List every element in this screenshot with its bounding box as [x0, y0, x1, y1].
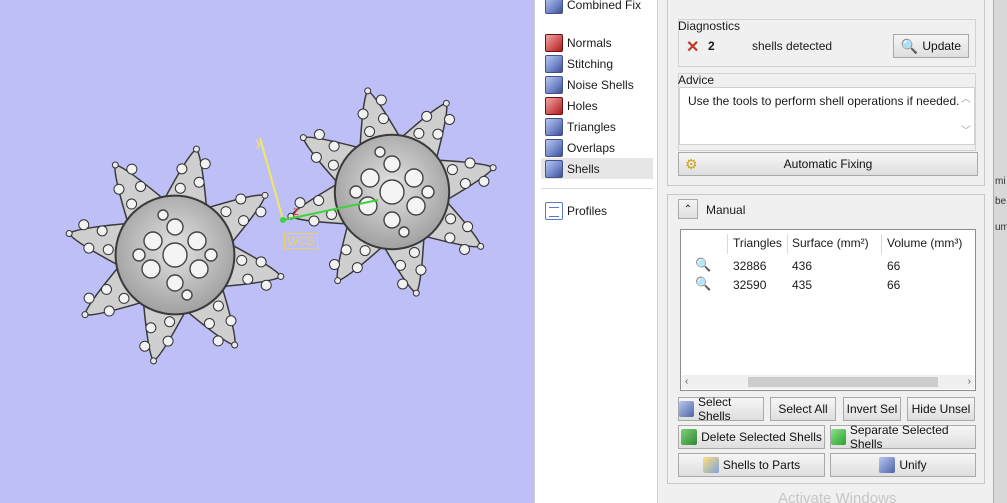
overlaps-icon	[545, 138, 563, 157]
select-shells-label: Select Shells	[698, 395, 732, 423]
shells-icon	[545, 159, 563, 178]
shell-model-right	[287, 87, 497, 297]
tool-normals[interactable]: Normals	[541, 32, 653, 53]
advice-textbox[interactable]: Use the tools to perform shell operation…	[679, 87, 975, 145]
tool-label: Triangles	[567, 119, 616, 134]
scroll-left-icon[interactable]: ‹	[685, 375, 688, 389]
wcs-label: WCS	[284, 233, 318, 249]
model-canvas[interactable]: y z	[0, 0, 534, 503]
3d-viewport[interactable]: y z WCS	[0, 0, 534, 503]
advice-title: Advice	[678, 73, 715, 87]
adjacent-window-edge: mi be um	[993, 0, 1007, 503]
delete-shells-icon	[681, 429, 698, 445]
edge-label: mi	[995, 176, 1006, 187]
col-header-triangles[interactable]: Triangles	[733, 236, 782, 250]
automatic-fixing-button[interactable]: ⚙ Automatic Fixing	[678, 152, 978, 176]
select-shells-icon	[679, 401, 694, 417]
shell-count: 2	[708, 39, 715, 53]
normals-icon	[545, 33, 563, 52]
invert-sel-button[interactable]: Invert Sel	[843, 397, 901, 421]
activate-windows-watermark: Activate Windows	[778, 490, 897, 503]
advice-text: Use the tools to perform shell operation…	[688, 94, 960, 108]
advice-scrollbar[interactable]: ︿ ﹀	[960, 92, 972, 140]
diagnostics-title: Diagnostics	[678, 19, 741, 33]
axis-z-label: z	[293, 204, 299, 218]
separate-shells-icon	[831, 429, 846, 445]
select-all-button[interactable]: Select All	[770, 397, 836, 421]
update-button[interactable]: 🔍 Update	[893, 34, 969, 58]
tool-overlaps[interactable]: Overlaps	[541, 137, 653, 158]
tool-profiles[interactable]: Profiles	[541, 200, 653, 221]
noise-shells-icon	[545, 75, 563, 94]
automatic-fixing-label: Automatic Fixing	[783, 157, 873, 171]
row1-surface: 436	[792, 259, 813, 273]
chevron-up-icon: ⌃	[683, 203, 693, 215]
table-horizontal-scrollbar[interactable]: ‹ ›	[682, 375, 974, 389]
unify-label: Unify	[899, 458, 927, 472]
tool-shells[interactable]: Shells	[541, 158, 653, 179]
select-shells-button[interactable]: Select Shells	[678, 395, 764, 423]
col-header-surface[interactable]: Surface (mm²)	[792, 236, 869, 250]
unify-icon	[879, 457, 896, 473]
row1-volume: 66	[887, 259, 901, 273]
diagnostics-group: Diagnostics ✕ 2 shells detected 🔍 Update…	[667, 0, 985, 186]
hide-unsel-label: Hide Unsel	[911, 402, 971, 416]
shells-to-parts-icon	[702, 457, 719, 473]
tool-label: Combined Fix	[567, 0, 642, 12]
delete-selected-label: Delete Selected Shells	[701, 430, 822, 444]
tool-triangles[interactable]: Triangles	[541, 116, 653, 137]
tool-label: Profiles	[567, 203, 608, 218]
row2-surface: 435	[792, 278, 813, 292]
zoom-to-shell-icon[interactable]: 🔍	[695, 257, 711, 273]
row2-triangles: 32590	[733, 278, 767, 292]
edge-label: um	[995, 222, 1007, 233]
separate-selected-label: Separate Selected Shells	[849, 423, 949, 451]
tool-label: Holes	[567, 98, 598, 113]
row1-triangles: 32886	[733, 259, 767, 273]
tool-divider	[541, 188, 653, 189]
triangles-icon	[545, 117, 563, 136]
tool-label: Shells	[567, 161, 600, 176]
error-x-icon: ✕	[686, 39, 700, 56]
shells-to-parts-label: Shells to Parts	[722, 458, 801, 472]
shells-to-parts-button[interactable]: Shells to Parts	[678, 453, 825, 477]
edge-label: be	[995, 196, 1007, 207]
row2-volume: 66	[887, 278, 901, 292]
hide-unsel-button[interactable]: Hide Unsel	[907, 397, 975, 421]
magnifier-icon: 🔍	[900, 37, 919, 54]
tool-label: Stitching	[567, 56, 614, 71]
diagnostics-text: shells detected	[752, 39, 833, 53]
shell-model-left	[65, 145, 285, 365]
scroll-thumb[interactable]	[748, 377, 938, 387]
separate-selected-shells-button[interactable]: Separate Selected Shells	[830, 423, 976, 451]
axis-y-label: y	[256, 135, 262, 149]
holes-icon	[545, 96, 563, 115]
scroll-right-icon[interactable]: ›	[968, 375, 971, 389]
invert-sel-label: Invert Sel	[846, 402, 898, 416]
collapse-button[interactable]: ⌃	[678, 199, 698, 219]
combined-fix-icon	[545, 0, 563, 14]
stitching-icon	[545, 54, 563, 73]
col-header-volume[interactable]: Volume (mm³)	[887, 236, 962, 250]
tool-holes[interactable]: Holes	[541, 95, 653, 116]
tool-label: Noise Shells	[567, 77, 634, 92]
tool-label: Overlaps	[567, 140, 616, 155]
unify-button[interactable]: Unify	[830, 453, 976, 477]
delete-selected-shells-button[interactable]: Delete Selected Shells	[678, 425, 825, 449]
gears-icon: ⚙	[685, 156, 698, 172]
zoom-to-shell-icon[interactable]: 🔍	[695, 276, 711, 292]
tool-noise-shells[interactable]: Noise Shells	[541, 74, 653, 95]
update-label: Update	[922, 39, 962, 53]
manual-title: Manual	[706, 203, 746, 217]
tool-combined-fix[interactable]: Combined Fix	[541, 0, 653, 15]
shells-table[interactable]: Triangles Surface (mm²) Volume (mm³) 🔍 3…	[680, 229, 976, 391]
profiles-icon	[545, 201, 563, 220]
tool-stitching[interactable]: Stitching	[541, 53, 653, 74]
select-all-label: Select All	[778, 402, 828, 416]
repair-tool-list: Combined Fix Normals Stitching Noise She…	[534, 0, 658, 503]
tool-label: Normals	[567, 35, 612, 50]
